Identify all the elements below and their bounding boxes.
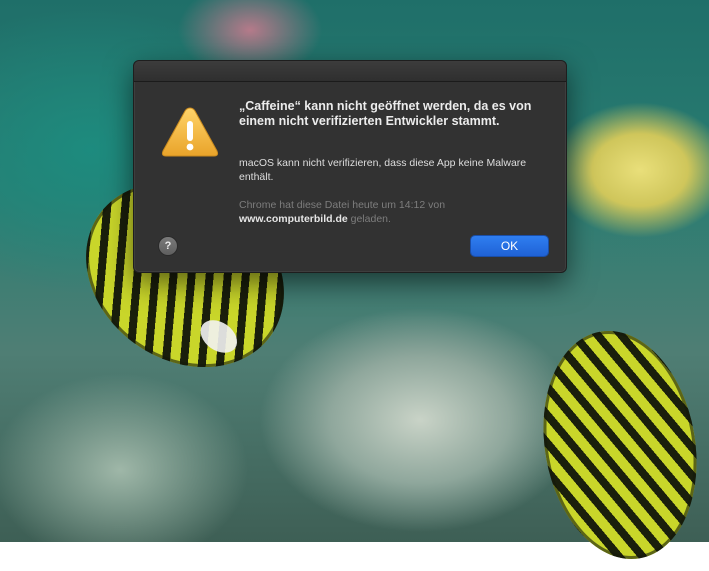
- security-alert-dialog: „Caffeine“ kann nicht geöffnet werden, d…: [133, 60, 567, 273]
- dialog-titlebar[interactable]: [134, 61, 566, 82]
- download-info-prefix: Chrome hat diese Datei heute um 14:12 vo…: [239, 199, 446, 211]
- ok-button[interactable]: OK: [471, 236, 548, 256]
- download-info: Chrome hat diese Datei heute um 14:12 vo…: [239, 198, 539, 226]
- dialog-title: „Caffeine“ kann nicht geöffnet werden, d…: [239, 99, 532, 128]
- wallpaper-fish: [526, 318, 709, 571]
- download-info-suffix: geladen.: [350, 213, 391, 225]
- dialog-message: macOS kann nicht verifizieren, dass dies…: [239, 157, 527, 183]
- help-button[interactable]: ?: [159, 237, 177, 255]
- warning-triangle-icon: [160, 105, 220, 159]
- download-source-domain: www.computerbild.de: [239, 213, 348, 225]
